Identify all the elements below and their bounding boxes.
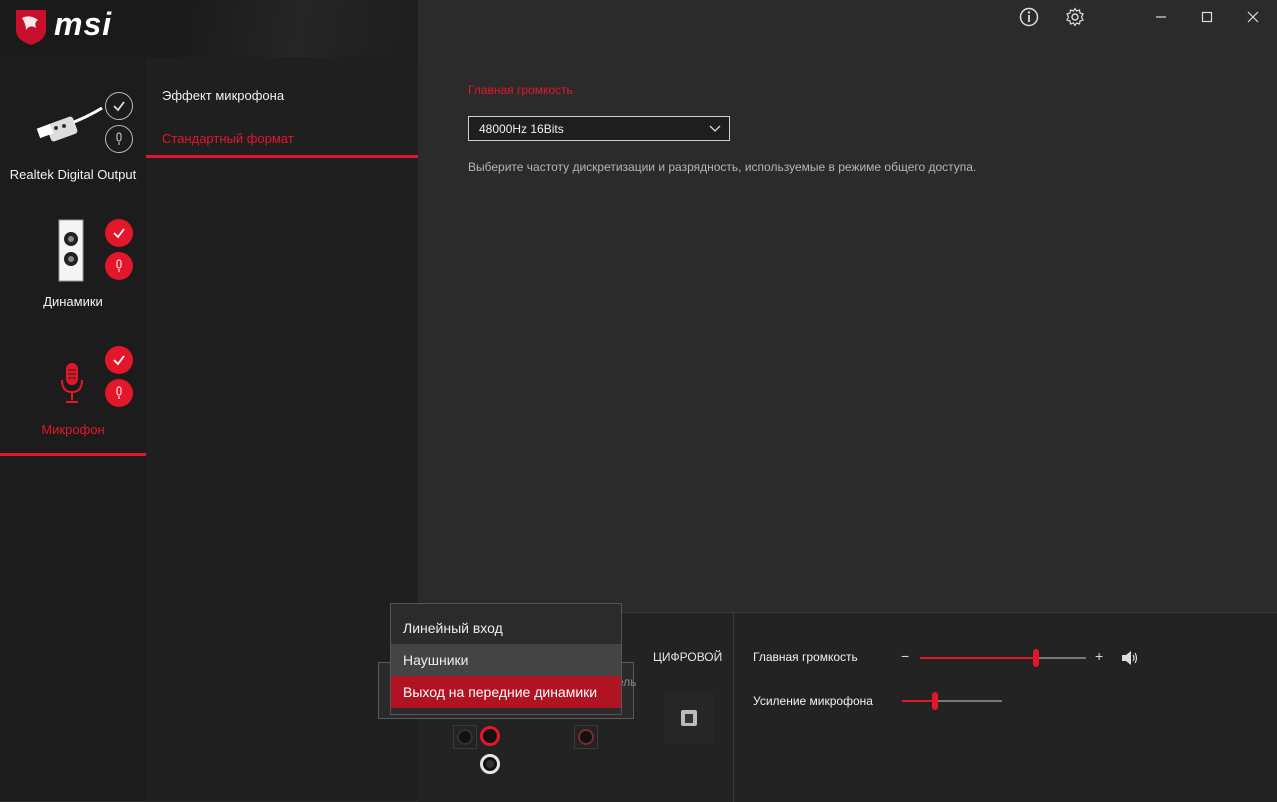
minimize-button[interactable] bbox=[1150, 6, 1172, 28]
device-realtek-digital-output[interactable]: Realtek Digital Output bbox=[0, 88, 146, 198]
device-microphone[interactable]: Микрофон bbox=[0, 342, 146, 456]
active-tab-underline bbox=[146, 155, 418, 158]
microphone-icon bbox=[61, 363, 83, 403]
master-volume-label: Главная громкость bbox=[753, 650, 858, 664]
info-icon bbox=[1019, 7, 1039, 27]
close-button[interactable] bbox=[1242, 6, 1264, 28]
menu-item-line-in[interactable]: Линейный вход bbox=[391, 612, 621, 644]
format-select-value: 48000Hz 16Bits bbox=[479, 122, 564, 136]
section-title: Главная громкость bbox=[468, 83, 573, 97]
format-description: Выберите частоту дискретизации и разрядн… bbox=[468, 160, 977, 174]
default-device-badge[interactable] bbox=[105, 219, 133, 247]
menu-item-headphones[interactable]: Наушники bbox=[391, 644, 621, 676]
main-panel: Главная громкость 48000Hz 16Bits Выберит… bbox=[418, 0, 1277, 612]
menu-item-front-speaker-out[interactable]: Выход на передние динамики bbox=[391, 676, 621, 708]
format-select[interactable]: 48000Hz 16Bits bbox=[468, 116, 730, 141]
jack-function-menu: Линейный вход Наушники Выход на передние… bbox=[390, 603, 622, 715]
close-icon bbox=[1247, 11, 1259, 23]
check-icon bbox=[113, 228, 125, 239]
device-label: Динамики bbox=[43, 294, 103, 309]
logo-header: msi bbox=[0, 0, 480, 57]
check-icon bbox=[113, 101, 125, 112]
maximize-icon bbox=[1201, 11, 1213, 23]
default-comm-device-badge[interactable] bbox=[105, 252, 133, 280]
default-device-badge[interactable] bbox=[105, 346, 133, 374]
mic-boost-label: Усиление микрофона bbox=[753, 694, 873, 708]
default-comm-device-badge[interactable] bbox=[105, 125, 133, 153]
info-button[interactable] bbox=[1018, 6, 1040, 28]
device-label: Realtek Digital Output bbox=[9, 167, 137, 182]
mic-small-icon bbox=[116, 386, 122, 399]
jack-slot bbox=[453, 725, 477, 749]
master-volume-slider[interactable] bbox=[920, 649, 1086, 667]
tab-default-format[interactable]: Стандартный формат bbox=[162, 131, 294, 146]
digital-label: ЦИФРОВОЙ bbox=[653, 650, 723, 664]
jack-slot bbox=[574, 725, 598, 749]
mic-small-icon bbox=[116, 132, 122, 145]
volume-decrease-button[interactable]: − bbox=[901, 648, 909, 664]
default-comm-device-badge[interactable] bbox=[105, 379, 133, 407]
gear-icon bbox=[1066, 7, 1084, 27]
msi-dragon-icon bbox=[16, 10, 46, 45]
speaker-volume-icon[interactable] bbox=[1121, 651, 1139, 665]
volume-increase-button[interactable]: + bbox=[1095, 648, 1103, 664]
tab-mic-effect[interactable]: Эффект микрофона bbox=[162, 88, 284, 103]
default-device-badge[interactable] bbox=[105, 92, 133, 120]
chevron-down-icon bbox=[709, 125, 721, 132]
front-jack-active[interactable] bbox=[480, 726, 500, 746]
mic-boost-slider[interactable] bbox=[902, 692, 1002, 710]
check-icon bbox=[113, 355, 125, 366]
brand-logo-text: msi bbox=[54, 6, 113, 42]
divider bbox=[733, 613, 734, 802]
digital-port[interactable] bbox=[664, 693, 714, 743]
optical-cable-icon bbox=[36, 106, 103, 142]
minimize-icon bbox=[1156, 16, 1166, 18]
maximize-button[interactable] bbox=[1196, 6, 1218, 28]
active-device-underline bbox=[0, 453, 146, 456]
rear-jack[interactable] bbox=[480, 754, 500, 774]
speaker-jack-icon bbox=[58, 219, 84, 282]
device-speakers[interactable]: Динамики bbox=[0, 214, 146, 324]
settings-button[interactable] bbox=[1064, 6, 1086, 28]
device-label: Микрофон bbox=[41, 422, 105, 437]
mic-small-icon bbox=[116, 259, 122, 272]
optical-port-icon bbox=[681, 710, 697, 726]
